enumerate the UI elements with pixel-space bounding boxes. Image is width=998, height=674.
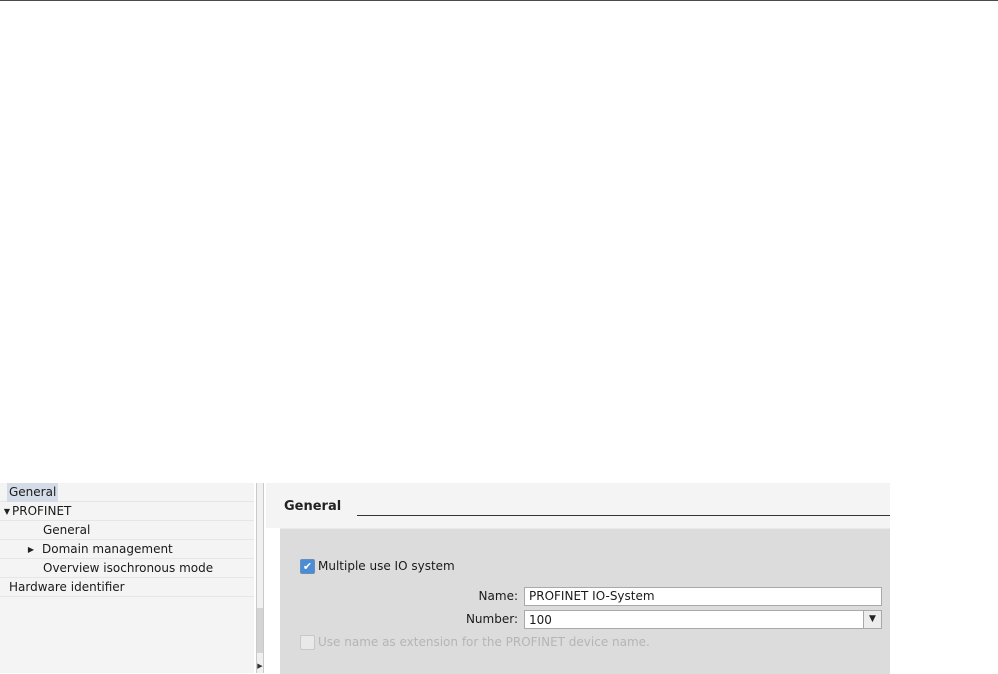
top-border [0,0,998,1]
use-name-extension-checkbox [300,634,315,650]
nav-item-hardware-identifier[interactable]: Hardware identifier [0,578,254,597]
nav-item-label: General [43,523,91,537]
use-name-extension-label: Use name as extension for the PROFINET d… [318,635,650,649]
nav-item-label: Overview isochronous mode [43,561,214,575]
navigation-tree: General ▼ PROFINET General ▶ Domain mana… [0,483,254,673]
multiple-use-label: Multiple use IO system [318,559,455,573]
nav-item-profinet-general[interactable]: General [0,521,254,540]
multiple-use-checkbox-row[interactable]: ✔ Multiple use IO system [300,558,455,574]
nav-item-label: Domain management [42,542,173,556]
number-label: Number: [465,612,518,626]
dropdown-arrow-icon[interactable]: ▼ [863,611,881,628]
name-label: Name: [478,589,518,603]
nav-item-label: PROFINET [12,504,72,518]
scrollbar-thumb[interactable] [257,608,263,653]
nav-item-label: Hardware identifier [9,580,125,594]
scroll-right-icon[interactable]: ▶ [257,661,263,671]
use-name-extension-row: Use name as extension for the PROFINET d… [300,634,650,650]
multiple-use-checkbox[interactable]: ✔ [300,558,315,574]
section-divider [357,515,890,516]
section-body: ✔ Multiple use IO system Name: Number: 1… [280,528,890,674]
expand-arrow-icon[interactable]: ▼ [2,502,12,521]
section-header: General [266,483,890,528]
properties-content: General ✔ Multiple use IO system Name: N… [266,483,890,674]
nav-item-domain-management[interactable]: ▶ Domain management [0,540,254,559]
number-value: 100 [529,613,552,627]
number-select[interactable]: 100 ▼ [524,610,882,629]
nav-scrollbar[interactable]: ◀ ▶ [256,483,264,673]
nav-item-overview-isochronous[interactable]: Overview isochronous mode [0,559,254,578]
nav-item-general[interactable]: General [0,483,254,502]
section-title: General [284,499,342,514]
nav-item-profinet[interactable]: ▼ PROFINET [0,502,254,521]
name-input[interactable] [524,587,882,606]
collapse-arrow-icon[interactable]: ▶ [26,540,36,559]
nav-item-label: General [7,483,59,502]
